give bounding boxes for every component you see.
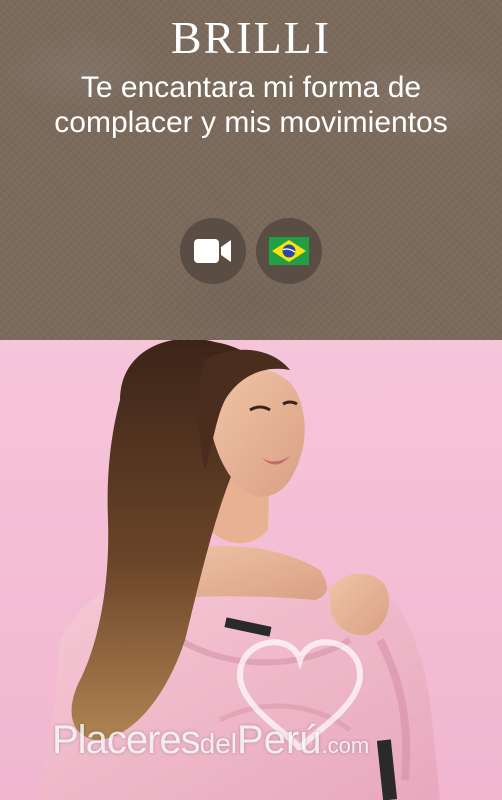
watermark: PlaceresdelPerú.com xyxy=(52,718,369,763)
video-call-button[interactable] xyxy=(180,218,246,284)
profile-tagline: Te encantara mi forma de complacer y mis… xyxy=(54,71,448,139)
badge-row xyxy=(0,218,502,284)
watermark-part-1: Placeres xyxy=(52,718,201,762)
profile-header: BRILLI Te encantara mi forma de complace… xyxy=(0,0,502,340)
watermark-part-2: del xyxy=(199,728,237,759)
brazil-flag-icon xyxy=(269,237,309,265)
watermark-part-3: Perú xyxy=(237,718,322,762)
watermark-part-4: .com xyxy=(321,733,370,758)
country-button[interactable] xyxy=(256,218,322,284)
profile-name: BRILLI xyxy=(170,12,332,63)
video-camera-icon xyxy=(194,239,231,263)
